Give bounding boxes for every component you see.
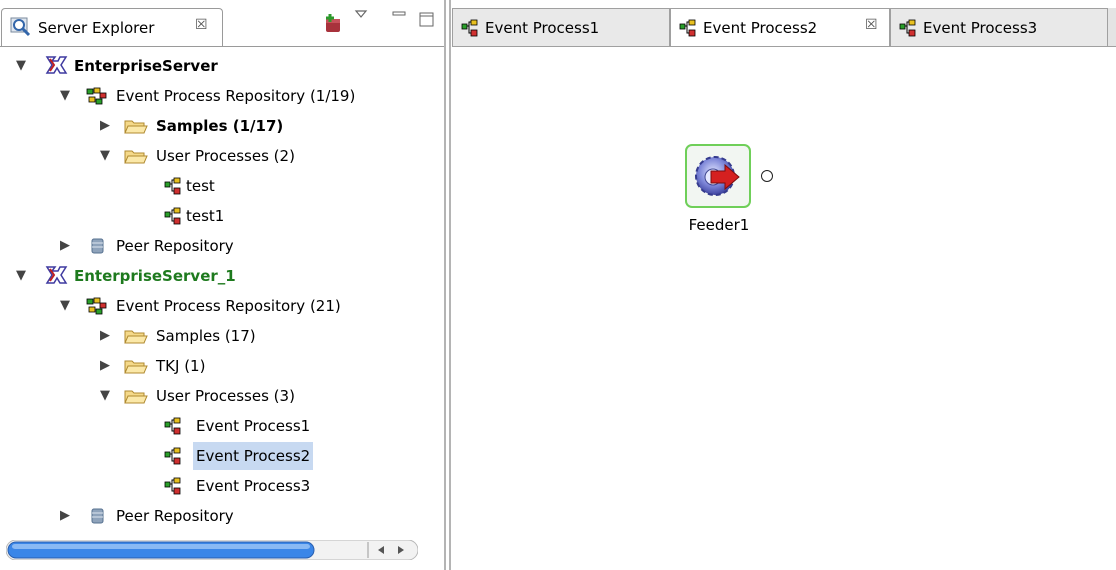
tree-item-label: Peer Repository [116,237,234,255]
server-explorer-icon [10,17,31,37]
tree-item-event-process1[interactable]: Event Process1 [0,412,440,440]
tree-item-label: test [186,177,215,195]
tree-item-enterpriseserver[interactable]: ▼ EnterpriseServer [0,52,440,80]
tree-item-event-process2[interactable]: Event Process2 [0,442,440,470]
server-explorer-panel: Server Explorer ☒ ▼ EnterpriseServer ▼ E… [0,0,446,570]
close-icon[interactable]: ☒ [195,17,208,33]
server-explorer-title: Server Explorer [38,19,155,37]
expand-arrow-icon[interactable]: ▼ [60,82,74,110]
tree-item-repository[interactable]: ▼ Event Process Repository (1/19) [0,82,440,110]
expand-arrow-icon[interactable]: ▼ [100,142,114,170]
new-connection-icon[interactable] [322,12,344,34]
tab-event-process3[interactable]: Event Process3 [890,8,1108,46]
editor-divider [452,46,1116,47]
feeder-label: Feeder1 [688,216,750,234]
event-process-icon [899,19,916,37]
tree-item-label-selected: Event Process2 [193,442,314,470]
panel-divider [0,46,444,47]
tree-item-user-processes[interactable]: ▼ User Processes (2) [0,142,440,170]
database-icon [91,238,104,254]
event-process-icon [164,207,181,225]
tree-item-label: User Processes (2) [156,147,295,165]
event-process-icon [164,417,181,435]
minimize-icon[interactable] [392,8,406,20]
tree-item-samples[interactable]: ▶ Samples (1/17) [0,112,440,140]
folder-icon [124,120,148,134]
collapse-arrow-icon[interactable]: ▶ [100,112,114,140]
server-icon [45,266,68,284]
server-explorer-tab[interactable]: Server Explorer ☒ [1,8,223,46]
tree-item-test[interactable]: test [0,172,440,200]
tree-item-label: TKJ (1) [156,357,206,375]
folder-icon [124,150,148,164]
tree-item-label: test1 [186,207,225,225]
view-menu-icon[interactable] [354,8,368,20]
event-process-icon [461,19,478,37]
tree-item-label: Event Process Repository (21) [116,297,341,315]
tree-item-samples[interactable]: ▶ Samples (17) [0,322,440,350]
event-process-icon [679,19,696,37]
tree-item-label: Event Process1 [196,417,311,435]
tab-event-process2[interactable]: Event Process2 ☒ [670,8,890,46]
tree-item-tkj[interactable]: ▶ TKJ (1) [0,352,440,380]
expand-arrow-icon[interactable]: ▼ [16,262,30,290]
event-process-icon [164,447,181,465]
expand-arrow-icon[interactable]: ▼ [60,292,74,320]
tree-item-label: Peer Repository [116,507,234,525]
tree-item-event-process3[interactable]: Event Process3 [0,472,440,500]
database-icon [91,508,104,524]
tree-item-label: EnterpriseServer_1 [74,267,236,285]
tree-item-label: User Processes (3) [156,387,295,405]
editor-area: Event Process1 Event Process2 ☒ Event Pr… [452,0,1116,570]
tree-item-peer-repository[interactable]: ▶ Peer Repository [0,232,440,260]
horizontal-scrollbar[interactable] [6,540,418,560]
close-icon[interactable]: ☒ [865,17,878,33]
tree-item-peer-repository[interactable]: ▶ Peer Repository [0,502,440,530]
output-port[interactable] [761,170,773,182]
tree-item-label: EnterpriseServer [74,57,218,75]
collapse-arrow-icon[interactable]: ▶ [100,352,114,380]
expand-arrow-icon[interactable]: ▼ [100,382,114,410]
feeder-gear-icon [695,156,740,196]
feeder-node[interactable] [685,144,751,208]
editor-tab-bar: Event Process1 Event Process2 ☒ Event Pr… [452,8,1116,46]
tree-item-label: Samples (17) [156,327,256,345]
folder-icon [124,330,148,344]
tree-item-repository[interactable]: ▼ Event Process Repository (21) [0,292,440,320]
folder-icon [124,360,148,374]
tree-item-label: Event Process3 [196,477,311,495]
tree-item-label: Event Process Repository (1/19) [116,87,356,105]
tree-item-label: Samples (1/17) [156,117,284,135]
expand-arrow-icon[interactable]: ▼ [16,52,30,80]
tab-label: Event Process1 [485,19,600,37]
collapse-arrow-icon[interactable]: ▶ [100,322,114,350]
event-process-icon [164,177,181,195]
event-process-icon [164,477,181,495]
collapse-arrow-icon[interactable]: ▶ [60,232,74,260]
tree-item-enterpriseserver-1[interactable]: ▼ EnterpriseServer_1 [0,262,440,290]
tab-label: Event Process3 [923,19,1038,37]
repository-icon [86,87,107,105]
maximize-icon[interactable] [419,12,435,28]
collapse-arrow-icon[interactable]: ▶ [60,502,74,530]
panel-border [444,0,446,570]
folder-icon [124,390,148,404]
tree-item-test1[interactable]: test1 [0,202,440,230]
tree-item-user-processes[interactable]: ▼ User Processes (3) [0,382,440,410]
repository-icon [86,297,107,315]
tab-label: Event Process2 [703,19,818,37]
tab-event-process1[interactable]: Event Process1 [452,8,670,46]
sash[interactable] [449,0,451,570]
server-icon [45,56,68,74]
